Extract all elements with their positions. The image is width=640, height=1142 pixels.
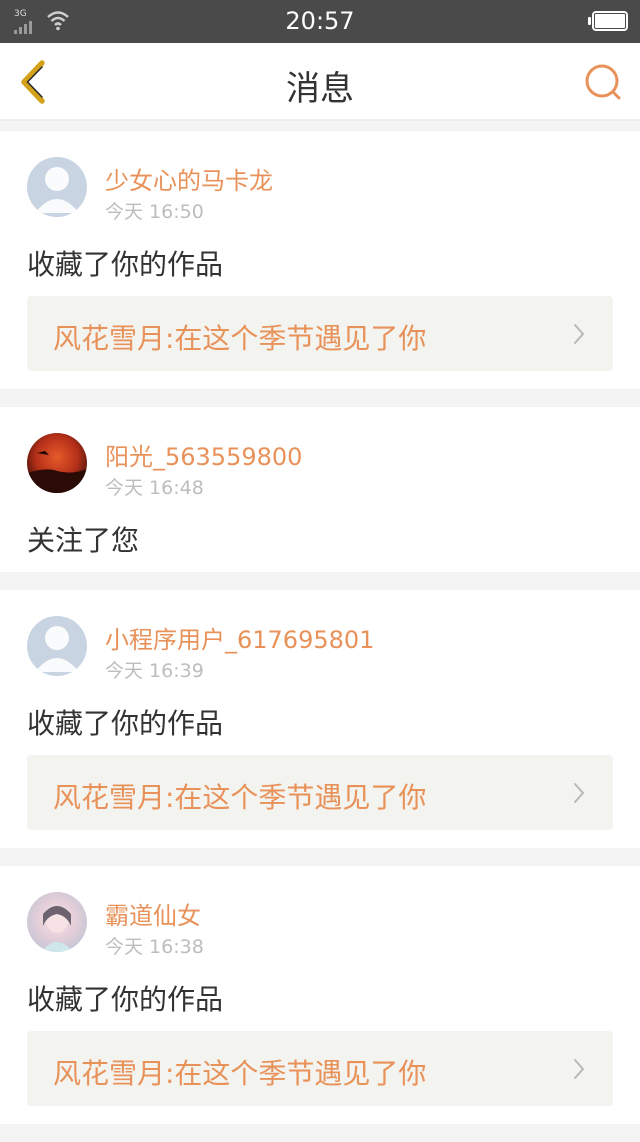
battery-icon	[588, 11, 628, 31]
avatar[interactable]	[27, 616, 87, 676]
avatar[interactable]	[27, 433, 87, 493]
action-text: 收藏了你的作品	[27, 707, 224, 740]
default-avatar-icon	[35, 626, 79, 672]
work-title: 风花雪月:在这个季节遇见了你	[53, 322, 427, 355]
action-text: 关注了您	[27, 524, 140, 557]
message-time: 今天 16:38	[105, 936, 204, 958]
action-text: 收藏了你的作品	[27, 983, 224, 1016]
username[interactable]: 霸道仙女	[105, 896, 201, 931]
status-bar: 3G 20:57	[0, 0, 640, 43]
work-link[interactable]: 风花雪月:在这个季节遇见了你	[27, 1031, 613, 1106]
work-link[interactable]: 风花雪月:在这个季节遇见了你	[27, 755, 613, 830]
username[interactable]: 小程序用户_617695801	[105, 620, 374, 655]
username[interactable]: 阳光_563559800	[105, 437, 302, 472]
username[interactable]: 少女心的马卡龙	[105, 161, 273, 196]
work-link[interactable]: 风花雪月:在这个季节遇见了你	[27, 296, 613, 371]
message-item: 阳光_563559800 今天 16:48 关注了您	[0, 407, 640, 572]
message-item: 霸道仙女 今天 16:38 收藏了你的作品 风花雪月:在这个季节遇见了你	[0, 866, 640, 1124]
avatar[interactable]	[27, 892, 87, 952]
message-time: 今天 16:50	[105, 201, 204, 223]
photo-avatar	[41, 906, 73, 952]
work-title: 风花雪月:在这个季节遇见了你	[53, 1057, 427, 1090]
search-button[interactable]	[584, 63, 624, 103]
nav-bar: 消息	[0, 43, 640, 121]
chevron-right-icon	[574, 324, 584, 344]
message-item: 小程序用户_617695801 今天 16:39 收藏了你的作品 风花雪月:在这…	[0, 590, 640, 848]
message-item: 少女心的马卡龙 今天 16:50 收藏了你的作品 风花雪月:在这个季节遇见了你	[0, 131, 640, 389]
default-avatar-icon	[35, 167, 79, 213]
chevron-right-icon	[574, 783, 584, 803]
avatar[interactable]	[27, 157, 87, 217]
message-time: 今天 16:39	[105, 660, 204, 682]
clock: 20:57	[285, 7, 355, 35]
work-title: 风花雪月:在这个季节遇见了你	[53, 781, 427, 814]
sunset-photo-avatar	[27, 451, 87, 493]
message-list: 少女心的马卡龙 今天 16:50 收藏了你的作品 风花雪月:在这个季节遇见了你 …	[0, 131, 640, 1142]
chevron-right-icon	[574, 1059, 584, 1079]
action-text: 收藏了你的作品	[27, 248, 224, 281]
search-icon	[585, 64, 621, 100]
page-title: 消息	[286, 69, 354, 109]
message-time: 今天 16:48	[105, 477, 204, 499]
